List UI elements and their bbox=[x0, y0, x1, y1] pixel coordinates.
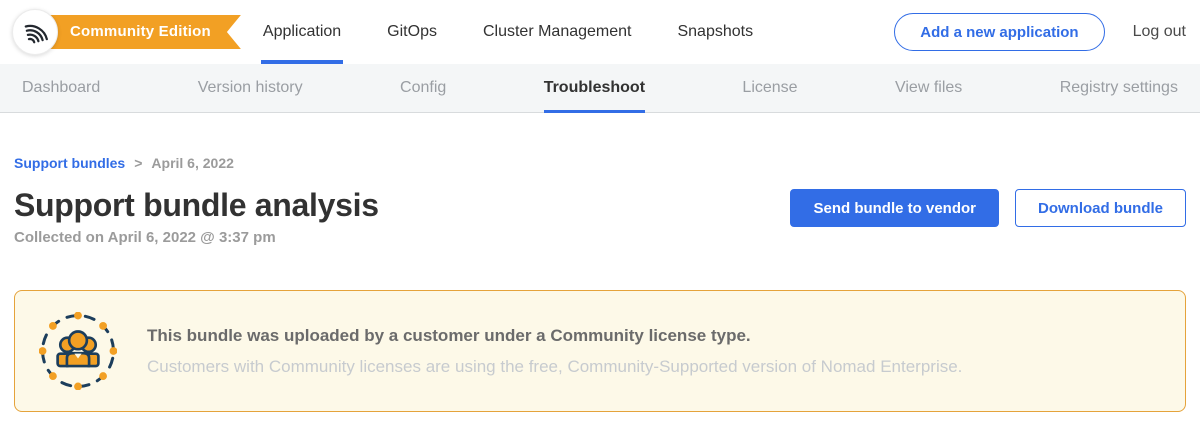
download-bundle-button[interactable]: Download bundle bbox=[1015, 189, 1186, 227]
nav-tab-application[interactable]: Application bbox=[261, 0, 343, 64]
subnav-item-registry-settings[interactable]: Registry settings bbox=[1060, 64, 1178, 112]
app-subnav: Dashboard Version history Config Trouble… bbox=[0, 64, 1200, 113]
subnav-item-license[interactable]: License bbox=[742, 64, 797, 112]
replicated-logo-icon[interactable] bbox=[12, 9, 58, 55]
community-edition-badge: Community Edition bbox=[38, 15, 241, 49]
notice-subtitle: Customers with Community licenses are us… bbox=[147, 357, 962, 377]
subnav-item-view-files[interactable]: View files bbox=[895, 64, 962, 112]
nav-tab-gitops[interactable]: GitOps bbox=[385, 0, 439, 64]
breadcrumb-current: April 6, 2022 bbox=[151, 155, 234, 171]
wave-logo-glyph bbox=[22, 19, 48, 45]
topnav-right: Add a new application Log out bbox=[894, 13, 1186, 51]
people-group-glyph bbox=[58, 332, 99, 367]
nav-tab-cluster-management[interactable]: Cluster Management bbox=[481, 0, 634, 64]
collected-prefix: Collected on bbox=[14, 229, 108, 246]
title-row: Support bundle analysis Collected on Apr… bbox=[14, 186, 1186, 246]
nav-tab-snapshots[interactable]: Snapshots bbox=[675, 0, 755, 64]
top-navbar: Community Edition Application GitOps Clu… bbox=[0, 0, 1200, 64]
collected-timestamp: Collected on April 6, 2022 @ 3:37 pm bbox=[14, 229, 379, 246]
notice-text: This bundle was uploaded by a customer u… bbox=[147, 326, 962, 377]
community-people-icon bbox=[39, 312, 117, 390]
breadcrumb-support-bundles-link[interactable]: Support bundles bbox=[14, 155, 125, 171]
subnav-item-dashboard[interactable]: Dashboard bbox=[22, 64, 100, 112]
logout-link[interactable]: Log out bbox=[1133, 23, 1186, 41]
page-title: Support bundle analysis bbox=[14, 186, 379, 224]
breadcrumb-separator: > bbox=[134, 155, 142, 171]
title-block: Support bundle analysis Collected on Apr… bbox=[14, 186, 379, 246]
brand: Community Edition bbox=[12, 9, 241, 55]
subnav-item-troubleshoot[interactable]: Troubleshoot bbox=[544, 64, 645, 112]
community-license-notice: This bundle was uploaded by a customer u… bbox=[14, 290, 1186, 412]
subnav-item-version-history[interactable]: Version history bbox=[198, 64, 303, 112]
main-nav: Application GitOps Cluster Management Sn… bbox=[261, 0, 755, 64]
collected-date: April 6, 2022 @ 3:37 pm bbox=[108, 229, 276, 246]
breadcrumb: Support bundles > April 6, 2022 bbox=[14, 155, 1186, 171]
send-bundle-to-vendor-button[interactable]: Send bundle to vendor bbox=[790, 189, 999, 227]
add-new-application-button[interactable]: Add a new application bbox=[894, 13, 1104, 51]
main-content: Support bundles > April 6, 2022 Support … bbox=[0, 155, 1200, 412]
notice-title: This bundle was uploaded by a customer u… bbox=[147, 326, 962, 346]
ring-dots bbox=[39, 312, 117, 390]
bundle-actions: Send bundle to vendor Download bundle bbox=[790, 186, 1186, 227]
subnav-item-config[interactable]: Config bbox=[400, 64, 446, 112]
